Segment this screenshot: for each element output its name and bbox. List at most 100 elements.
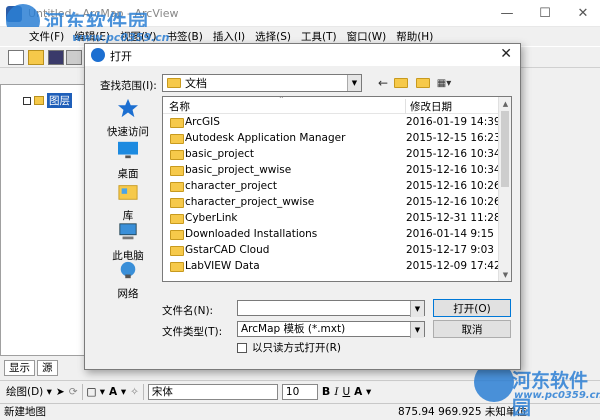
- column-name[interactable]: 名称: [169, 99, 190, 114]
- dialog-close-button[interactable]: ✕: [500, 46, 512, 62]
- cancel-button[interactable]: 取消: [433, 320, 511, 338]
- select-pointer-icon[interactable]: ➤: [56, 386, 65, 398]
- new-document-icon[interactable]: [8, 50, 24, 65]
- file-list: 名称 ⌃ 修改日期 ArcGIS 2016-01-19 14:39 Autode…: [162, 96, 512, 282]
- place-network[interactable]: 网络: [97, 260, 159, 301]
- text-tool-icon[interactable]: A ▾: [109, 386, 126, 398]
- chevron-down-icon[interactable]: ▼: [410, 322, 424, 338]
- drawing-menu[interactable]: 绘图(D) ▾: [6, 384, 52, 399]
- file-date: 2016-01-14 9:15: [406, 228, 494, 240]
- maximize-button[interactable]: ☐: [526, 2, 564, 24]
- print-icon[interactable]: [66, 50, 82, 65]
- tab-source[interactable]: 源: [37, 360, 58, 376]
- library-icon: [118, 185, 138, 200]
- edit-vertices-icon[interactable]: ✧: [130, 386, 139, 398]
- font-color-icon[interactable]: A ▾: [354, 386, 371, 398]
- file-row-character-project[interactable]: character_project 2015-12-16 10:26: [163, 179, 501, 195]
- up-folder-icon[interactable]: [393, 74, 409, 92]
- folder-icon: [170, 230, 184, 240]
- toc-layers-label[interactable]: 图层: [47, 93, 72, 108]
- file-row-basic-project-wwise[interactable]: basic_project_wwise 2015-12-16 10:34: [163, 163, 501, 179]
- minimize-button[interactable]: —: [488, 2, 526, 24]
- toc-layers-node[interactable]: 图层: [23, 93, 72, 108]
- arcmap-icon: [91, 48, 105, 62]
- readonly-option[interactable]: 以只读方式打开(R): [237, 340, 341, 355]
- chevron-down-icon[interactable]: ▼: [347, 75, 361, 91]
- desktop-icon: [118, 141, 138, 159]
- lookin-label: 查找范围(I):: [100, 80, 157, 92]
- place-label: 网络: [117, 288, 139, 300]
- rotate-icon[interactable]: ⟳: [69, 386, 78, 398]
- open-button[interactable]: 打开(O): [433, 299, 511, 317]
- tab-display[interactable]: 显示: [4, 360, 35, 376]
- menu-help[interactable]: 帮助(H): [391, 29, 438, 44]
- file-row-downloaded-installations[interactable]: Downloaded Installations 2016-01-14 9:15: [163, 227, 499, 243]
- place-label: 库: [122, 210, 134, 222]
- folder-icon: [170, 134, 184, 144]
- place-label: 桌面: [117, 168, 139, 180]
- place-library[interactable]: 库: [97, 182, 159, 223]
- column-modified-date[interactable]: 修改日期: [405, 99, 452, 114]
- menu-tools[interactable]: 工具(T): [296, 29, 342, 44]
- open-folder-icon[interactable]: [28, 50, 44, 65]
- open-dialog: 打开 ✕ 查找范围(I): 文档 ▼ ← ▦▾ 快速访问 桌面 库 此电脑 网络…: [84, 43, 521, 370]
- font-size-value: 10: [285, 385, 300, 398]
- scroll-thumb[interactable]: [501, 111, 509, 187]
- watermark-url-bottom: www.pc0359.cn: [514, 390, 600, 401]
- file-name: CyberLink: [185, 212, 238, 224]
- close-window-button[interactable]: ✕: [564, 2, 600, 24]
- filename-input[interactable]: ▼: [237, 300, 425, 317]
- filetype-value: ArcMap 模板 (*.mxt): [241, 323, 346, 335]
- place-quick-access[interactable]: 快速访问: [97, 98, 159, 139]
- expand-collapse-icon[interactable]: [23, 96, 31, 105]
- scroll-down-icon[interactable]: ▼: [499, 268, 511, 281]
- file-row-labview-data[interactable]: LabVIEW Data 2015-12-09 17:42: [163, 259, 501, 275]
- file-name: character_project_wwise: [185, 196, 315, 208]
- folder-icon: [170, 262, 184, 272]
- table-of-contents: 图层: [0, 84, 85, 356]
- font-name-select[interactable]: 宋体: [147, 383, 278, 400]
- status-coords: 875.94 969.925 未知单位: [398, 406, 527, 418]
- file-row-gstarcad-cloud[interactable]: GstarCAD Cloud 2015-12-17 9:03: [163, 243, 499, 259]
- scroll-up-icon[interactable]: ▲: [499, 97, 511, 110]
- status-bar: 新建地图 875.94 969.925 未知单位: [0, 403, 600, 420]
- menu-selection[interactable]: 选择(S): [250, 29, 296, 44]
- folder-icon: [170, 246, 184, 256]
- save-icon[interactable]: [48, 50, 64, 65]
- menu-window[interactable]: 窗口(W): [342, 29, 392, 44]
- file-date: 2015-12-31 11:28: [406, 212, 501, 224]
- italic-button[interactable]: I: [334, 386, 338, 398]
- file-name: GstarCAD Cloud: [185, 244, 270, 256]
- folder-icon: [170, 166, 184, 176]
- file-name: ArcGIS: [185, 116, 220, 128]
- lookin-select[interactable]: 文档 ▼: [162, 74, 362, 92]
- file-row-basic-project[interactable]: basic_project 2015-12-16 10:34: [163, 147, 501, 163]
- rectangle-tool-icon[interactable]: □ ▾: [87, 386, 106, 398]
- place-desktop[interactable]: 桌面: [97, 140, 159, 181]
- chevron-down-icon[interactable]: ▼: [410, 301, 424, 317]
- view-menu-icon[interactable]: ▦▾: [433, 74, 455, 92]
- readonly-checkbox[interactable]: [237, 342, 247, 353]
- menu-file[interactable]: 文件(F): [24, 29, 69, 44]
- new-folder-icon[interactable]: [415, 74, 431, 92]
- place-this-pc[interactable]: 此电脑: [97, 222, 159, 263]
- file-name: character_project: [185, 180, 277, 192]
- file-date: 2015-12-15 16:23: [406, 132, 501, 144]
- menu-insert[interactable]: 插入(I): [208, 29, 250, 44]
- file-row-character-project-wwise[interactable]: character_project_wwise 2015-12-16 10:26: [163, 195, 501, 211]
- network-icon: [120, 261, 136, 279]
- underline-button[interactable]: U: [342, 386, 350, 398]
- bold-button[interactable]: B: [322, 385, 330, 398]
- back-arrow-icon[interactable]: ←: [375, 74, 391, 92]
- filetype-select[interactable]: ArcMap 模板 (*.mxt) ▼: [237, 321, 425, 338]
- filetype-label: 文件类型(T):: [162, 326, 223, 338]
- file-list-scrollbar[interactable]: ▲ ▼: [498, 97, 511, 281]
- star-icon: [118, 98, 138, 118]
- file-row-autodesk[interactable]: Autodesk Application Manager 2015-12-15 …: [163, 131, 501, 147]
- places-bar: 快速访问 桌面 库 此电脑 网络: [97, 96, 159, 300]
- file-row-cyberlink[interactable]: CyberLink 2015-12-31 11:28: [163, 211, 501, 227]
- file-date: 2015-12-16 10:26: [406, 196, 501, 208]
- font-size-select[interactable]: 10: [281, 383, 318, 400]
- status-text: 新建地图: [4, 406, 46, 418]
- file-row-arcgis[interactable]: ArcGIS 2016-01-19 14:39: [163, 115, 501, 131]
